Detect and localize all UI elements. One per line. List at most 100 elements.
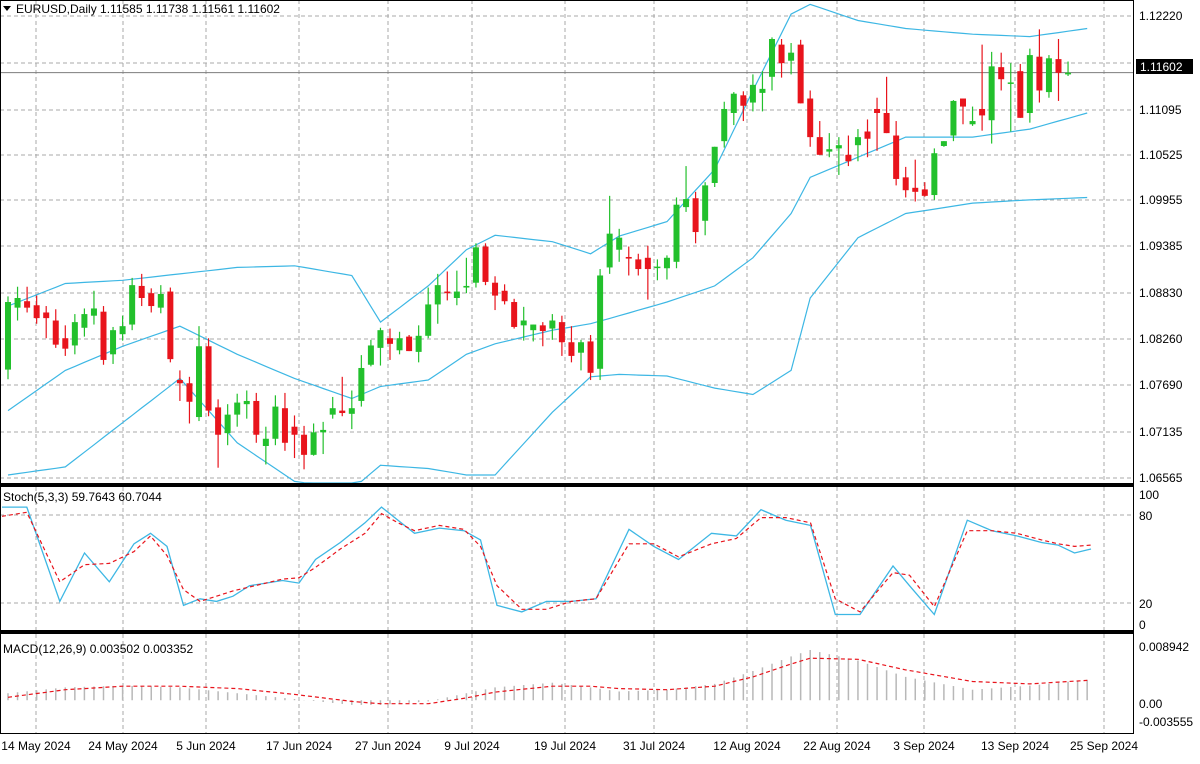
candle[interactable] [635, 253, 642, 276]
candle[interactable] [81, 308, 88, 337]
candle[interactable] [367, 339, 374, 367]
candle[interactable] [52, 309, 59, 348]
candle[interactable] [272, 395, 279, 446]
candle[interactable] [1036, 29, 1043, 103]
candle[interactable] [931, 148, 938, 200]
candle[interactable] [587, 335, 594, 381]
candle[interactable] [90, 290, 97, 325]
candle[interactable] [100, 306, 107, 365]
trading-chart[interactable]: EURUSD,Daily 1.11585 1.11738 1.11561 1.1… [0, 0, 1200, 764]
candle[interactable] [329, 396, 336, 419]
candle[interactable] [444, 271, 451, 301]
candle[interactable] [224, 404, 231, 446]
candle[interactable] [788, 43, 795, 75]
candle[interactable] [606, 195, 613, 274]
candle[interactable] [281, 392, 288, 451]
candle[interactable] [291, 415, 298, 459]
candle[interactable] [167, 287, 174, 363]
candle[interactable] [377, 327, 384, 366]
candle[interactable] [683, 166, 690, 212]
candle[interactable] [1055, 39, 1062, 101]
candle[interactable] [1045, 55, 1052, 98]
candle[interactable] [568, 326, 575, 363]
candle[interactable] [1007, 63, 1014, 132]
candle[interactable] [119, 315, 126, 341]
candle[interactable] [893, 121, 900, 186]
candle[interactable] [845, 135, 852, 167]
candle[interactable] [406, 335, 413, 352]
candle[interactable] [129, 277, 136, 331]
candle[interactable] [778, 39, 785, 78]
candle[interactable] [549, 314, 556, 340]
candle[interactable] [1017, 63, 1024, 118]
candle[interactable] [912, 159, 919, 202]
candle[interactable] [921, 182, 928, 197]
candle[interactable] [616, 228, 623, 262]
candle[interactable] [711, 146, 718, 187]
candle[interactable] [988, 51, 995, 144]
candle[interactable] [463, 257, 470, 294]
candle[interactable] [62, 325, 69, 356]
candle[interactable] [960, 98, 966, 125]
candlestick-series[interactable] [5, 29, 1072, 470]
candle[interactable] [769, 37, 775, 91]
candle[interactable] [215, 399, 222, 468]
candle[interactable] [310, 423, 317, 456]
candle[interactable] [1026, 48, 1033, 123]
candle[interactable] [730, 92, 737, 126]
candle[interactable] [234, 393, 241, 427]
candle[interactable] [71, 314, 78, 355]
candle[interactable] [816, 121, 823, 155]
candle[interactable] [110, 326, 117, 364]
candle[interactable] [979, 44, 986, 131]
candle[interactable] [597, 269, 604, 381]
candle[interactable] [396, 331, 403, 355]
candle[interactable] [157, 285, 164, 314]
candle[interactable] [558, 315, 565, 356]
candle[interactable] [663, 255, 670, 280]
candle[interactable] [644, 245, 651, 300]
candle[interactable] [434, 273, 441, 324]
candle[interactable] [673, 197, 680, 269]
candle[interactable] [864, 119, 871, 158]
candle[interactable] [33, 295, 40, 324]
candle[interactable] [43, 306, 50, 339]
candle[interactable] [14, 286, 21, 321]
candle[interactable] [205, 338, 212, 417]
candle[interactable] [969, 106, 976, 126]
collapse-triangle-icon[interactable] [3, 6, 11, 11]
candle[interactable] [320, 421, 327, 455]
candle[interactable] [749, 74, 756, 112]
candle[interactable] [539, 322, 546, 347]
candle[interactable] [625, 246, 632, 276]
candle[interactable] [950, 100, 957, 142]
candle[interactable] [511, 298, 518, 329]
candle[interactable] [578, 339, 584, 371]
candle[interactable] [348, 390, 355, 430]
candle[interactable] [702, 182, 709, 236]
candle[interactable] [520, 306, 527, 341]
candle[interactable] [501, 284, 508, 305]
candle[interactable] [358, 355, 365, 407]
candle[interactable] [415, 325, 422, 363]
candle[interactable] [654, 259, 661, 281]
candle[interactable] [807, 90, 814, 147]
candle[interactable] [998, 52, 1005, 91]
candle[interactable] [940, 141, 947, 147]
candle[interactable] [482, 243, 489, 286]
candle[interactable] [425, 287, 432, 339]
candle[interactable] [692, 191, 699, 244]
candle[interactable] [253, 392, 260, 443]
candle[interactable] [492, 276, 499, 311]
candle[interactable] [721, 101, 728, 148]
candle[interactable] [1065, 61, 1072, 76]
candle[interactable] [453, 270, 460, 306]
candle[interactable] [176, 370, 183, 401]
candle[interactable] [243, 390, 250, 419]
candle[interactable] [902, 166, 909, 198]
candle[interactable] [472, 243, 479, 288]
candle[interactable] [759, 71, 766, 112]
candle[interactable] [874, 97, 881, 151]
candle[interactable] [797, 39, 804, 104]
candle[interactable] [148, 288, 155, 313]
